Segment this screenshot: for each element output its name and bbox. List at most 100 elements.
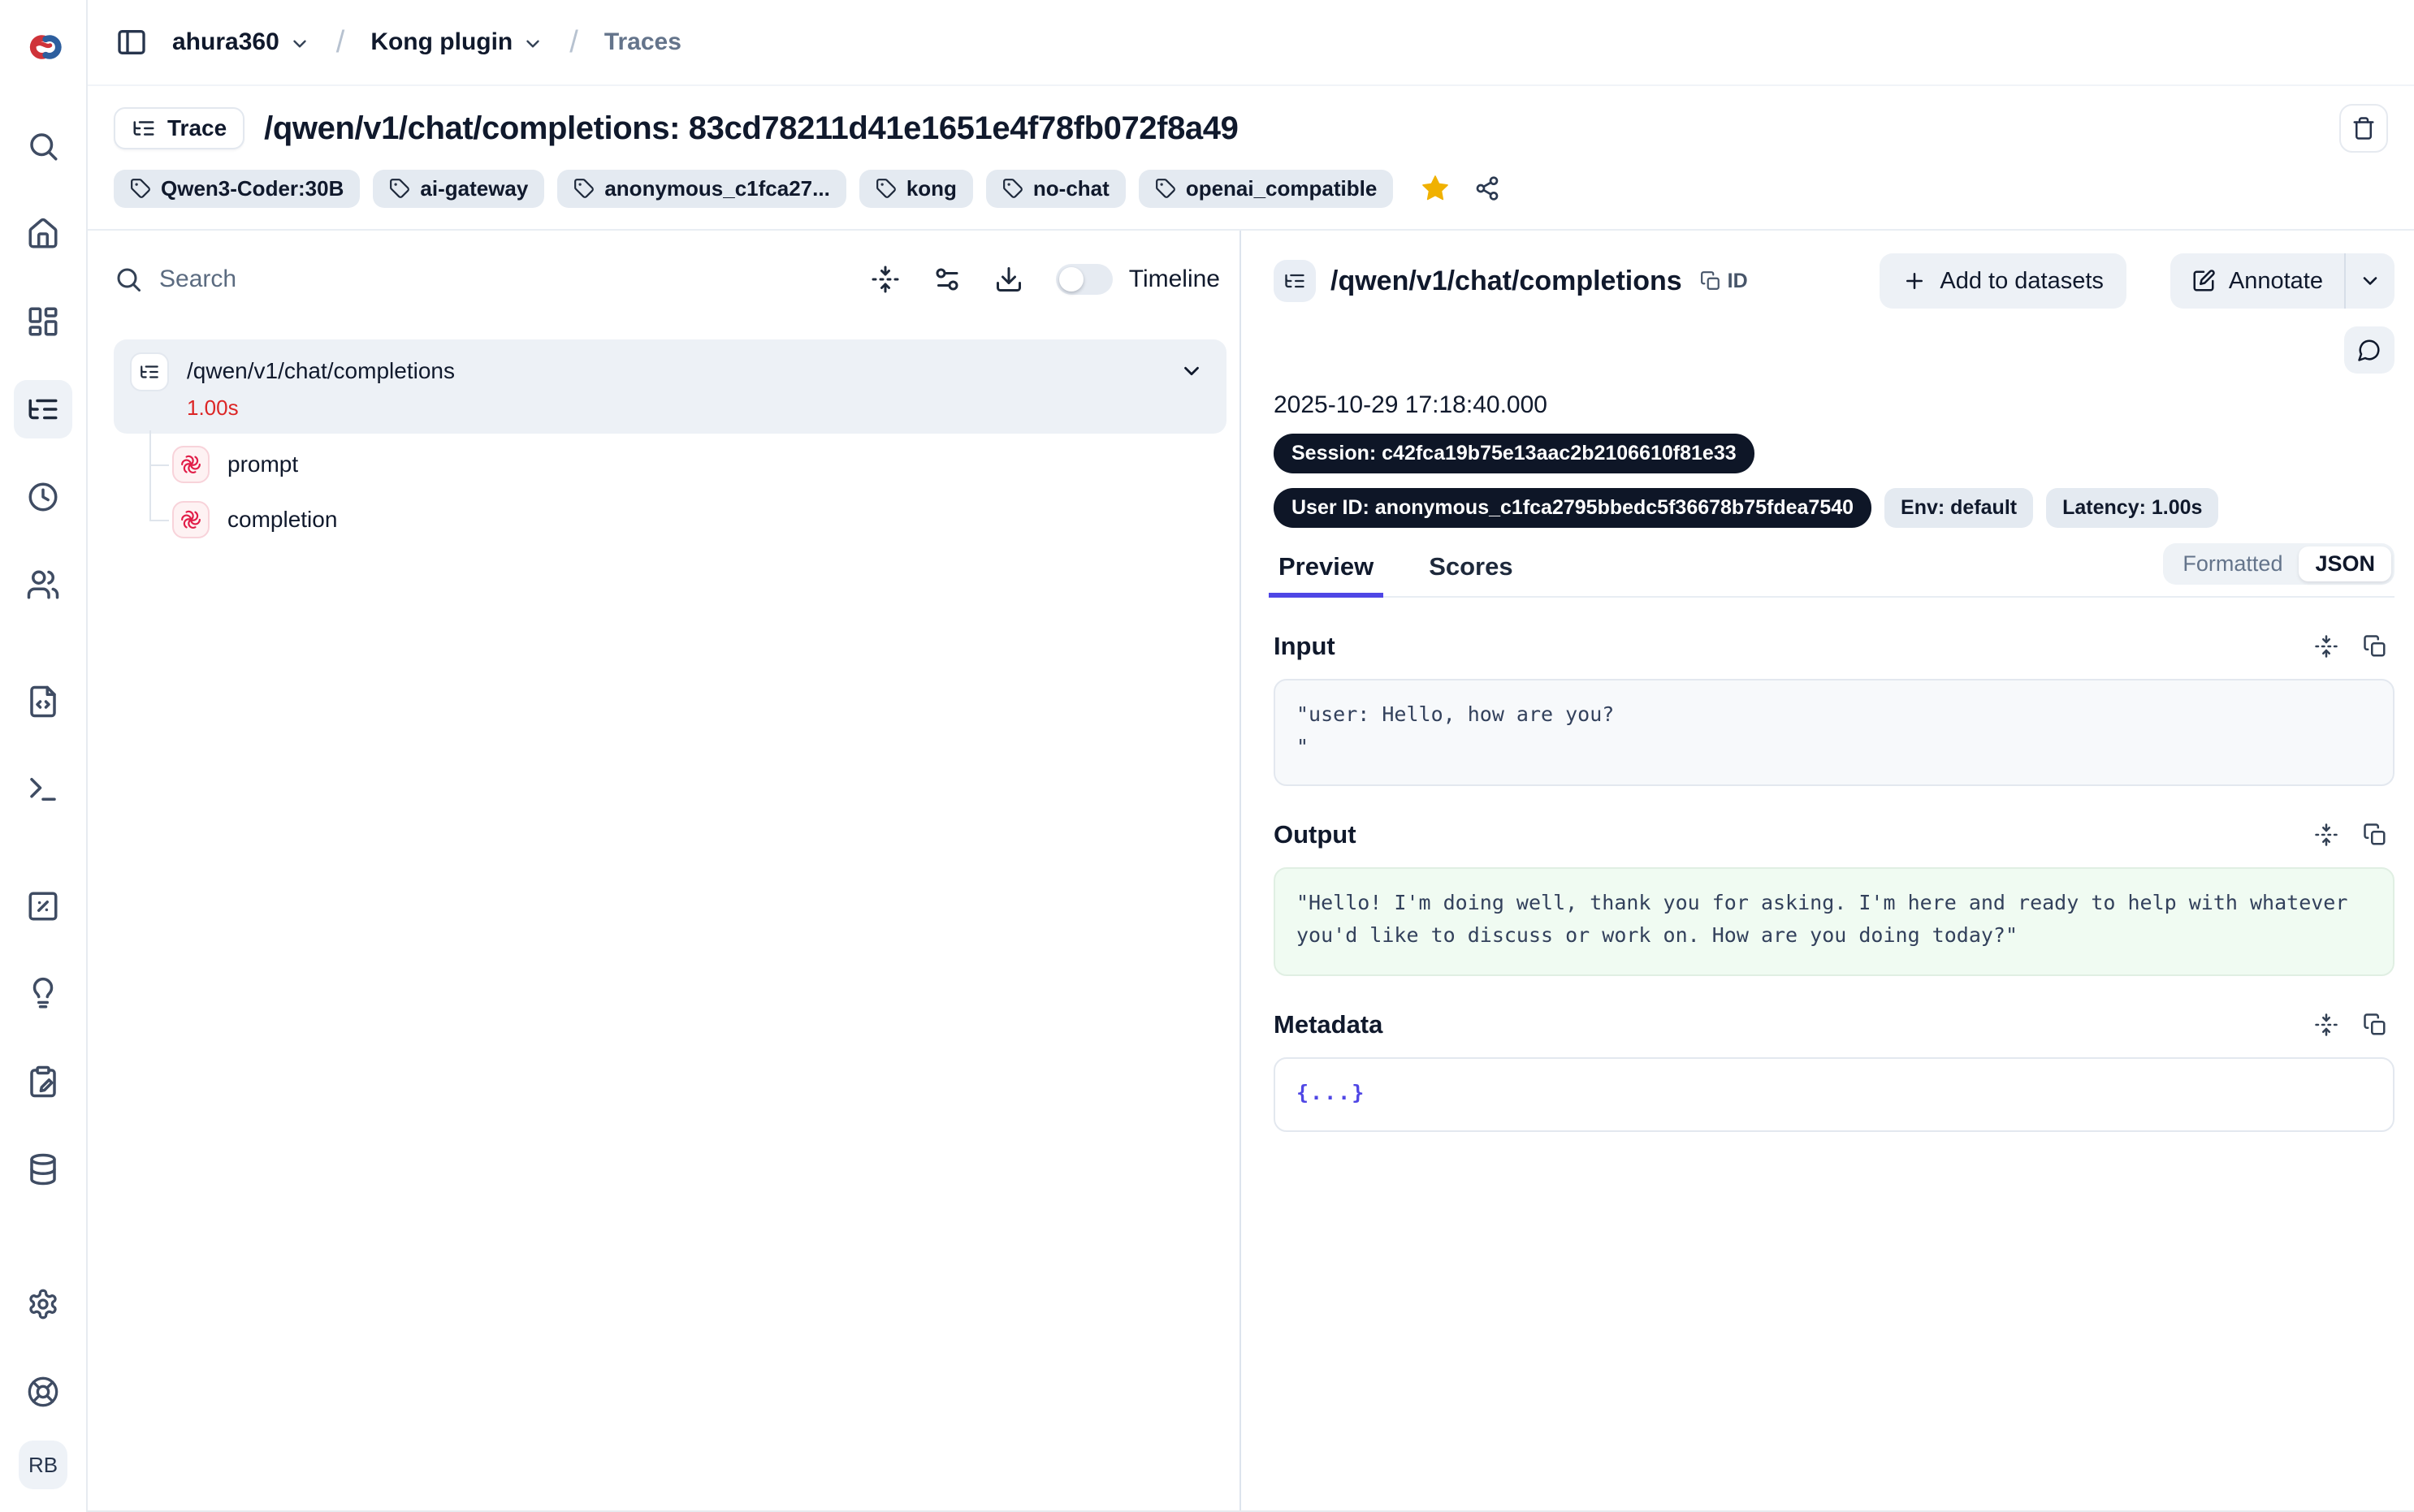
- breadcrumb-project[interactable]: Kong plugin: [370, 28, 543, 56]
- output-content[interactable]: "Hello! I'm doing well, thank you for as…: [1274, 867, 2395, 976]
- datasets-database-icon[interactable]: [14, 1140, 72, 1199]
- add-to-datasets-label: Add to datasets: [1940, 268, 2104, 295]
- tag-chip[interactable]: openai_compatible: [1139, 170, 1394, 208]
- comment-bubble-icon: [2357, 338, 2382, 362]
- annotation-clipboard-icon[interactable]: [14, 1052, 72, 1111]
- tag-icon: [389, 178, 410, 199]
- delete-trace-button[interactable]: [2339, 104, 2388, 153]
- user-avatar[interactable]: RB: [19, 1441, 67, 1489]
- trace-node-icon: [1274, 260, 1316, 302]
- playground-terminal-icon[interactable]: [14, 760, 72, 819]
- copy-icon: [1700, 270, 1721, 292]
- tag-chip[interactable]: ai-gateway: [373, 170, 544, 208]
- evaluation-percent-icon[interactable]: [14, 877, 72, 935]
- format-json-option[interactable]: JSON: [2299, 546, 2391, 581]
- tree-child-row[interactable]: prompt: [172, 437, 1226, 492]
- tree-root-latency: 1.00s: [187, 395, 455, 421]
- trace-title: /qwen/v1/chat/completions: 83cd78211d41e…: [264, 110, 1238, 147]
- latency-badge: Latency: 1.00s: [2046, 488, 2218, 528]
- format-switch: Formatted JSON: [2163, 543, 2395, 585]
- plus-icon: [1902, 269, 1927, 293]
- tag-chip[interactable]: Qwen3-Coder:30B: [114, 170, 360, 208]
- breadcrumb-section[interactable]: Traces: [604, 28, 681, 56]
- add-to-datasets-button[interactable]: Add to datasets: [1880, 253, 2126, 309]
- tag-label: Qwen3-Coder:30B: [161, 176, 344, 201]
- tab-scores[interactable]: Scores: [1424, 552, 1517, 581]
- main-area: ahura360 / Kong plugin / Traces Trace /q…: [88, 0, 2414, 1512]
- collapse-section-icon[interactable]: [2307, 627, 2346, 666]
- trace-type-label: Trace: [167, 115, 227, 141]
- settings-gear-icon[interactable]: [14, 1275, 72, 1333]
- search-field[interactable]: [114, 265, 848, 294]
- users-icon[interactable]: [14, 555, 72, 614]
- input-content[interactable]: "user: Hello, how are you? ": [1274, 679, 2395, 786]
- tag-chip[interactable]: anonymous_c1fca27...: [557, 170, 846, 208]
- tab-preview[interactable]: Preview: [1274, 552, 1378, 581]
- chevron-down-icon: [522, 33, 543, 54]
- comments-button[interactable]: [2344, 326, 2395, 374]
- trace-type-badge: Trace: [114, 107, 244, 149]
- support-lifebuoy-icon[interactable]: [14, 1363, 72, 1421]
- breadcrumb-org-label: ahura360: [172, 28, 279, 56]
- share-button[interactable]: [1468, 169, 1507, 208]
- user-id-badge[interactable]: User ID: anonymous_c1fca2795bbedc5f36678…: [1274, 488, 1871, 528]
- timeline-toggle[interactable]: [1056, 264, 1113, 295]
- env-badge: Env: default: [1884, 488, 2033, 528]
- session-badge[interactable]: Session: c42fca19b75e13aac2b2106610f81e3…: [1274, 434, 1754, 473]
- sidebar-toggle-icon[interactable]: [110, 21, 153, 63]
- tree-child-row[interactable]: completion: [172, 492, 1226, 547]
- input-section-header: Input: [1274, 627, 2395, 666]
- detail-title: /qwen/v1/chat/completions: [1330, 266, 1682, 297]
- tags-row: Qwen3-Coder:30B ai-gateway anonymous_c1f…: [114, 169, 2388, 208]
- view-settings-icon[interactable]: [923, 255, 971, 304]
- star-filled-icon: [1420, 173, 1451, 204]
- annotate-menu-caret[interactable]: [2346, 253, 2395, 309]
- metadata-content[interactable]: {...}: [1274, 1057, 2395, 1132]
- search-icon[interactable]: [14, 117, 72, 175]
- search-input[interactable]: [159, 266, 848, 293]
- home-icon[interactable]: [14, 205, 72, 263]
- output-section-header: Output: [1274, 815, 2395, 854]
- copy-icon[interactable]: [2356, 1005, 2395, 1044]
- trash-icon: [2351, 116, 2376, 140]
- tree-root-row[interactable]: /qwen/v1/chat/completions 1.00s: [114, 339, 1226, 434]
- copy-icon[interactable]: [2356, 627, 2395, 666]
- bookmark-star-button[interactable]: [1416, 169, 1455, 208]
- collapse-section-icon[interactable]: [2307, 1005, 2346, 1044]
- tree-root-name: /qwen/v1/chat/completions: [187, 357, 455, 385]
- search-icon: [114, 265, 143, 294]
- observation-tree: /qwen/v1/chat/completions 1.00s prompt c…: [114, 339, 1226, 547]
- trace-node-icon: [130, 352, 169, 391]
- metadata-heading: Metadata: [1274, 1010, 1382, 1039]
- list-tree-icon: [132, 116, 156, 140]
- download-icon[interactable]: [984, 255, 1033, 304]
- detail-tabs: Preview Scores Formatted JSON: [1274, 552, 2395, 598]
- copy-icon[interactable]: [2356, 815, 2395, 854]
- breadcrumb-org[interactable]: ahura360: [172, 28, 310, 56]
- collapse-section-icon[interactable]: [2307, 815, 2346, 854]
- format-formatted-option[interactable]: Formatted: [2166, 546, 2299, 581]
- prompts-file-code-icon[interactable]: [14, 672, 72, 731]
- tag-label: anonymous_c1fca27...: [604, 176, 829, 201]
- detail-header: /qwen/v1/chat/completions ID Add to data…: [1274, 253, 2395, 309]
- trace-header: Trace /qwen/v1/chat/completions: 83cd782…: [88, 86, 2414, 231]
- sessions-clock-icon[interactable]: [14, 468, 72, 526]
- tracing-icon[interactable]: [14, 380, 72, 438]
- copy-id-button[interactable]: ID: [1700, 270, 1748, 293]
- dashboard-icon[interactable]: [14, 292, 72, 351]
- tag-chip[interactable]: no-chat: [986, 170, 1126, 208]
- edit-pen-icon: [2191, 269, 2216, 293]
- app-logo-icon: [22, 26, 64, 68]
- generation-pinwheel-icon: [172, 501, 210, 538]
- annotate-button[interactable]: Annotate: [2170, 253, 2344, 309]
- tag-icon: [573, 178, 595, 199]
- breadcrumb-project-label: Kong plugin: [370, 28, 513, 56]
- breadcrumb-divider: /: [563, 25, 585, 60]
- input-heading: Input: [1274, 632, 1335, 661]
- breadcrumb-divider: /: [330, 25, 352, 60]
- insights-lightbulb-icon[interactable]: [14, 965, 72, 1023]
- chevron-down-icon[interactable]: [1179, 359, 1204, 383]
- tag-chip[interactable]: kong: [859, 170, 973, 208]
- collapse-all-icon[interactable]: [861, 255, 910, 304]
- metadata-section-header: Metadata: [1274, 1005, 2395, 1044]
